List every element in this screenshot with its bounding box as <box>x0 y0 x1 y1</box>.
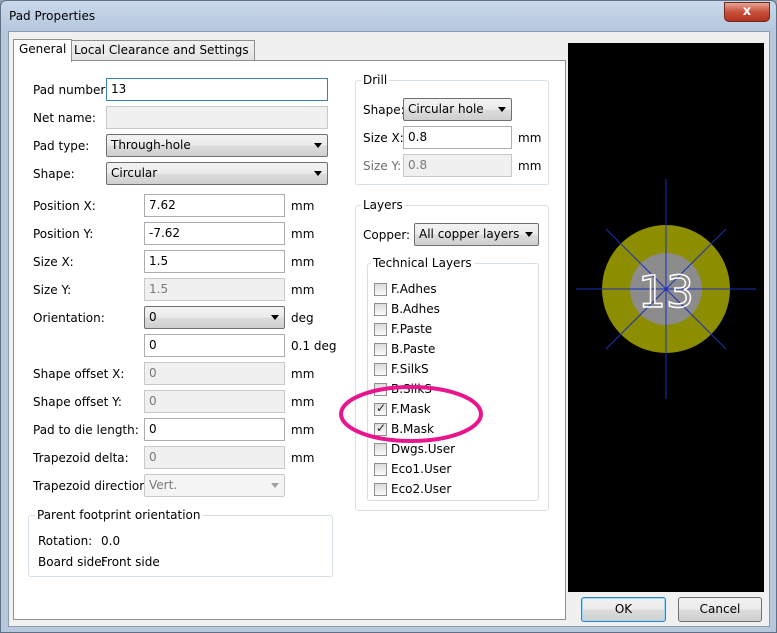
size-y-unit: mm <box>291 283 315 297</box>
pad-number-text: 13 <box>638 267 694 318</box>
dialog-client-area: General Local Clearance and Settings Pad… <box>8 31 770 627</box>
chevron-down-icon <box>271 315 279 320</box>
layer-label: F.Adhes <box>391 282 437 296</box>
net-name-input[interactable] <box>106 106 328 129</box>
chevron-down-icon <box>525 232 533 237</box>
highlight-ellipse <box>339 385 483 443</box>
pad-preview-canvas: 13 <box>568 43 764 592</box>
drill-size-y-label: Size Y: <box>363 159 402 173</box>
trapezoid-delta-label: Trapezoid delta: <box>33 451 129 465</box>
layer-checkbox-f-paste[interactable] <box>374 323 387 336</box>
trapezoid-direction-value: Vert. <box>149 478 178 492</box>
rotation-label: Rotation: <box>38 534 93 548</box>
window-title: Pad Properties <box>9 9 96 23</box>
pad-to-die-label: Pad to die length: <box>33 423 139 437</box>
pad-type-label: Pad type: <box>33 139 90 153</box>
shape-offset-y-label: Shape offset Y: <box>33 395 122 409</box>
trapezoid-direction-label: Trapezoid direction: <box>33 479 151 493</box>
shape-value: Circular <box>111 166 158 180</box>
shape-offset-x-input[interactable]: 0 <box>144 362 285 385</box>
size-x-label: Size X: <box>33 255 74 269</box>
parent-footprint-title: Parent footprint orientation <box>35 508 203 522</box>
copper-label: Copper: <box>363 228 411 242</box>
size-y-input[interactable]: 1.5 <box>144 278 285 301</box>
drill-size-x-input[interactable]: 0.8 <box>403 126 512 149</box>
layer-label: B.Adhes <box>391 302 440 316</box>
layer-label: B.Paste <box>391 342 436 356</box>
dialog-window: Pad Properties x General Local Clearance… <box>0 0 777 633</box>
drill-size-x-unit: mm <box>518 131 542 145</box>
orientation-label: Orientation: <box>33 311 105 325</box>
drill-shape-value: Circular hole <box>408 102 484 116</box>
technical-layers-title: Technical Layers <box>371 256 474 270</box>
drill-title: Drill <box>361 73 390 87</box>
orientation-value: 0 <box>149 310 157 324</box>
general-tab-panel: Pad number: 13 Net name: Pad type: Throu… <box>13 60 566 620</box>
chevron-down-icon <box>498 107 506 112</box>
cancel-button[interactable]: Cancel <box>678 597 762 622</box>
orientation-unit: deg <box>291 311 314 325</box>
drill-shape-label: Shape: <box>363 103 405 117</box>
orientation-fine-unit: 0.1 deg <box>291 339 337 353</box>
layer-checkbox-b-paste[interactable] <box>374 343 387 356</box>
chevron-down-icon <box>271 483 279 488</box>
position-y-input[interactable]: -7.62 <box>144 222 285 245</box>
trapezoid-delta-unit: mm <box>291 451 315 465</box>
board-side-value: Front side <box>101 555 160 569</box>
layers-title: Layers <box>361 198 405 212</box>
title-bar[interactable]: Pad Properties x <box>1 1 776 31</box>
shape-select[interactable]: Circular <box>106 162 328 185</box>
position-x-input[interactable]: 7.62 <box>144 194 285 217</box>
shape-offset-x-unit: mm <box>291 367 315 381</box>
orientation-fine-input[interactable]: 0 <box>144 334 285 357</box>
chevron-down-icon <box>314 143 322 148</box>
position-x-label: Position X: <box>33 199 96 213</box>
drill-shape-select[interactable]: Circular hole <box>403 98 512 121</box>
size-y-label: Size Y: <box>33 283 72 297</box>
board-side-label: Board side: <box>38 555 106 569</box>
pad-number-label: Pad number: <box>33 83 110 97</box>
ok-button[interactable]: OK <box>581 597 666 622</box>
pad-preview-svg: 13 <box>576 179 756 399</box>
pad-number-input[interactable]: 13 <box>106 78 328 101</box>
highlight-ellipse-shape <box>339 385 483 443</box>
orientation-select[interactable]: 0 <box>144 306 285 329</box>
drill-size-y-unit: mm <box>518 159 542 173</box>
shape-offset-y-unit: mm <box>291 395 315 409</box>
trapezoid-delta-input[interactable]: 0 <box>144 446 285 469</box>
layer-label: F.Paste <box>391 322 433 336</box>
rotation-value: 0.0 <box>101 534 121 548</box>
layer-label: Eco2.User <box>391 482 452 496</box>
layer-checkbox-eco1-user[interactable] <box>374 463 387 476</box>
drill-size-y-input[interactable]: 0.8 <box>403 154 512 177</box>
tab-local-clearance[interactable]: Local Clearance and Settings <box>68 40 255 61</box>
close-button[interactable]: x <box>724 2 770 22</box>
pad-type-select[interactable]: Through-hole <box>106 134 328 157</box>
layer-checkbox-f-silks[interactable] <box>374 363 387 376</box>
shape-offset-y-input[interactable]: 0 <box>144 390 285 413</box>
layer-checkbox-b-adhes[interactable] <box>374 303 387 316</box>
position-x-unit: mm <box>291 199 315 213</box>
layer-checkbox-eco2-user[interactable] <box>374 483 387 496</box>
pad-to-die-unit: mm <box>291 423 315 437</box>
chevron-down-icon <box>314 171 322 176</box>
trapezoid-direction-select[interactable]: Vert. <box>144 474 285 497</box>
pad-type-value: Through-hole <box>111 138 191 152</box>
layer-label: Eco1.User <box>391 462 452 476</box>
size-x-input[interactable]: 1.5 <box>144 250 285 273</box>
shape-label: Shape: <box>33 167 75 181</box>
shape-offset-x-label: Shape offset X: <box>33 367 125 381</box>
pad-to-die-input[interactable]: 0 <box>144 418 285 441</box>
layer-checkbox-f-adhes[interactable] <box>374 283 387 296</box>
copper-layers-value: All copper layers <box>419 227 520 241</box>
net-name-label: Net name: <box>33 111 96 125</box>
copper-layers-select[interactable]: All copper layers <box>414 223 539 246</box>
size-x-unit: mm <box>291 255 315 269</box>
position-y-label: Position Y: <box>33 227 94 241</box>
tab-general[interactable]: General <box>13 39 73 62</box>
layer-label: F.SilkS <box>391 362 429 376</box>
position-y-unit: mm <box>291 227 315 241</box>
drill-size-x-label: Size X: <box>363 131 404 145</box>
